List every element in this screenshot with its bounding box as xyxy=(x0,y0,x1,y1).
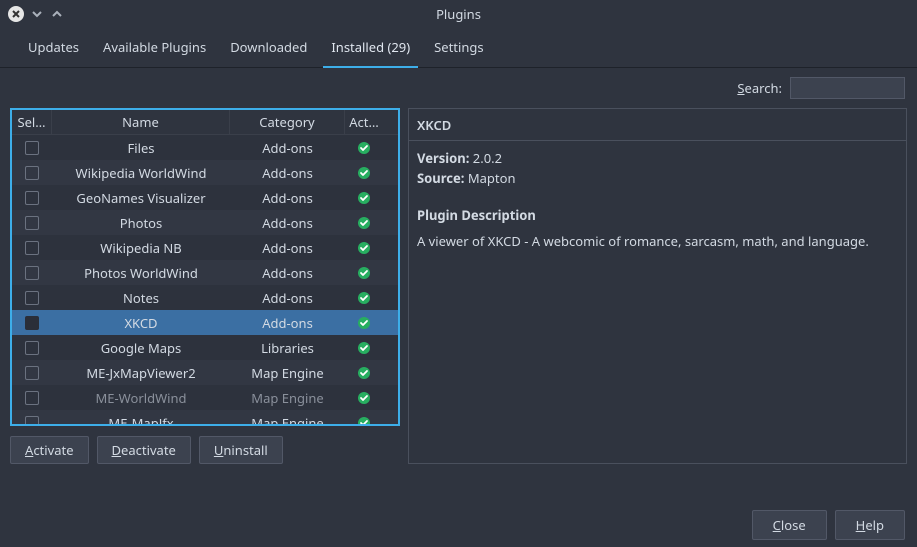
row-name: Photos xyxy=(52,210,230,235)
table-row[interactable]: ME-WorldWindMap Engine xyxy=(12,385,398,410)
active-icon xyxy=(345,235,383,260)
row-category: Add-ons xyxy=(230,235,345,260)
table-row[interactable]: ME-JxMapViewer2Map Engine xyxy=(12,360,398,385)
row-name: Wikipedia WorldWind xyxy=(52,160,230,185)
row-category: Add-ons xyxy=(230,285,345,310)
table-row[interactable]: Wikipedia NBAdd-ons xyxy=(12,235,398,260)
detail-desc-heading: Plugin Description xyxy=(417,206,898,226)
active-icon xyxy=(345,160,383,185)
row-checkbox[interactable] xyxy=(12,285,52,310)
window-close-button[interactable] xyxy=(8,6,24,22)
table-row[interactable]: PhotosAdd-ons xyxy=(12,210,398,235)
row-category: Add-ons xyxy=(230,310,345,335)
table-row[interactable]: XKCDAdd-ons xyxy=(12,310,398,335)
close-button[interactable]: Close xyxy=(752,510,827,540)
row-name: Photos WorldWind xyxy=(52,260,230,285)
uninstall-button[interactable]: Uninstall xyxy=(199,436,283,464)
row-checkbox[interactable] xyxy=(12,310,52,335)
detail-title: XKCD xyxy=(409,109,906,141)
row-name: Files xyxy=(52,135,230,160)
tab-settings[interactable]: Settings xyxy=(426,28,491,68)
row-name: Notes xyxy=(52,285,230,310)
col-header-category[interactable]: Category xyxy=(230,110,345,134)
chevron-up-icon[interactable] xyxy=(50,7,64,21)
row-checkbox[interactable] xyxy=(12,160,52,185)
tab-downloaded[interactable]: Downloaded xyxy=(222,28,315,68)
col-header-select[interactable]: Sel… xyxy=(12,110,52,134)
row-checkbox[interactable] xyxy=(12,260,52,285)
deactivate-button[interactable]: Deactivate xyxy=(97,436,191,464)
active-icon xyxy=(345,135,383,160)
row-name: ME-WorldWind xyxy=(52,385,230,410)
row-name: Google Maps xyxy=(52,335,230,360)
row-checkbox[interactable] xyxy=(12,135,52,160)
search-input[interactable] xyxy=(790,77,905,99)
table-row[interactable]: Photos WorldWindAdd-ons xyxy=(12,260,398,285)
row-checkbox[interactable] xyxy=(12,335,52,360)
row-checkbox[interactable] xyxy=(12,235,52,260)
row-category: Add-ons xyxy=(230,135,345,160)
row-category: Libraries xyxy=(230,335,345,360)
table-row[interactable]: NotesAdd-ons xyxy=(12,285,398,310)
row-category: Map Engine xyxy=(230,410,345,424)
active-icon xyxy=(345,335,383,360)
row-checkbox[interactable] xyxy=(12,185,52,210)
table-row[interactable]: ME-MapJfxMap Engine xyxy=(12,410,398,424)
detail-version-row: Version: 2.0.2 xyxy=(417,149,898,169)
row-name: ME-JxMapViewer2 xyxy=(52,360,230,385)
tab-installed-29[interactable]: Installed (29) xyxy=(323,28,418,68)
row-checkbox[interactable] xyxy=(12,410,52,424)
detail-desc-text: A viewer of XKCD - A webcomic of romance… xyxy=(417,232,898,252)
row-name: ME-MapJfx xyxy=(52,410,230,424)
active-icon xyxy=(345,210,383,235)
row-category: Add-ons xyxy=(230,185,345,210)
active-icon xyxy=(345,360,383,385)
active-icon xyxy=(345,410,383,424)
activate-button[interactable]: Activate xyxy=(10,436,89,464)
row-category: Map Engine xyxy=(230,385,345,410)
table-row[interactable]: Google MapsLibraries xyxy=(12,335,398,360)
chevron-down-icon[interactable] xyxy=(30,7,44,21)
row-category: Map Engine xyxy=(230,360,345,385)
table-row[interactable]: FilesAdd-ons xyxy=(12,135,398,160)
active-icon xyxy=(345,310,383,335)
row-name: XKCD xyxy=(52,310,230,335)
row-checkbox[interactable] xyxy=(12,360,52,385)
search-label: Search: xyxy=(737,79,782,97)
table-row[interactable]: Wikipedia WorldWindAdd-ons xyxy=(12,160,398,185)
active-icon xyxy=(345,260,383,285)
active-icon xyxy=(345,385,383,410)
tab-updates[interactable]: Updates xyxy=(20,28,87,68)
row-name: GeoNames Visualizer xyxy=(52,185,230,210)
help-button[interactable]: Help xyxy=(835,510,905,540)
tab-available-plugins[interactable]: Available Plugins xyxy=(95,28,214,68)
active-icon xyxy=(345,285,383,310)
row-category: Add-ons xyxy=(230,260,345,285)
row-checkbox[interactable] xyxy=(12,210,52,235)
col-header-active[interactable]: Act… xyxy=(345,110,383,134)
window-title: Plugins xyxy=(0,5,917,23)
table-row[interactable]: GeoNames VisualizerAdd-ons xyxy=(12,185,398,210)
row-name: Wikipedia NB xyxy=(52,235,230,260)
row-checkbox[interactable] xyxy=(12,385,52,410)
detail-source-row: Source: Mapton xyxy=(417,169,898,189)
row-category: Add-ons xyxy=(230,210,345,235)
row-category: Add-ons xyxy=(230,160,345,185)
col-header-name[interactable]: Name xyxy=(52,110,230,134)
active-icon xyxy=(345,185,383,210)
